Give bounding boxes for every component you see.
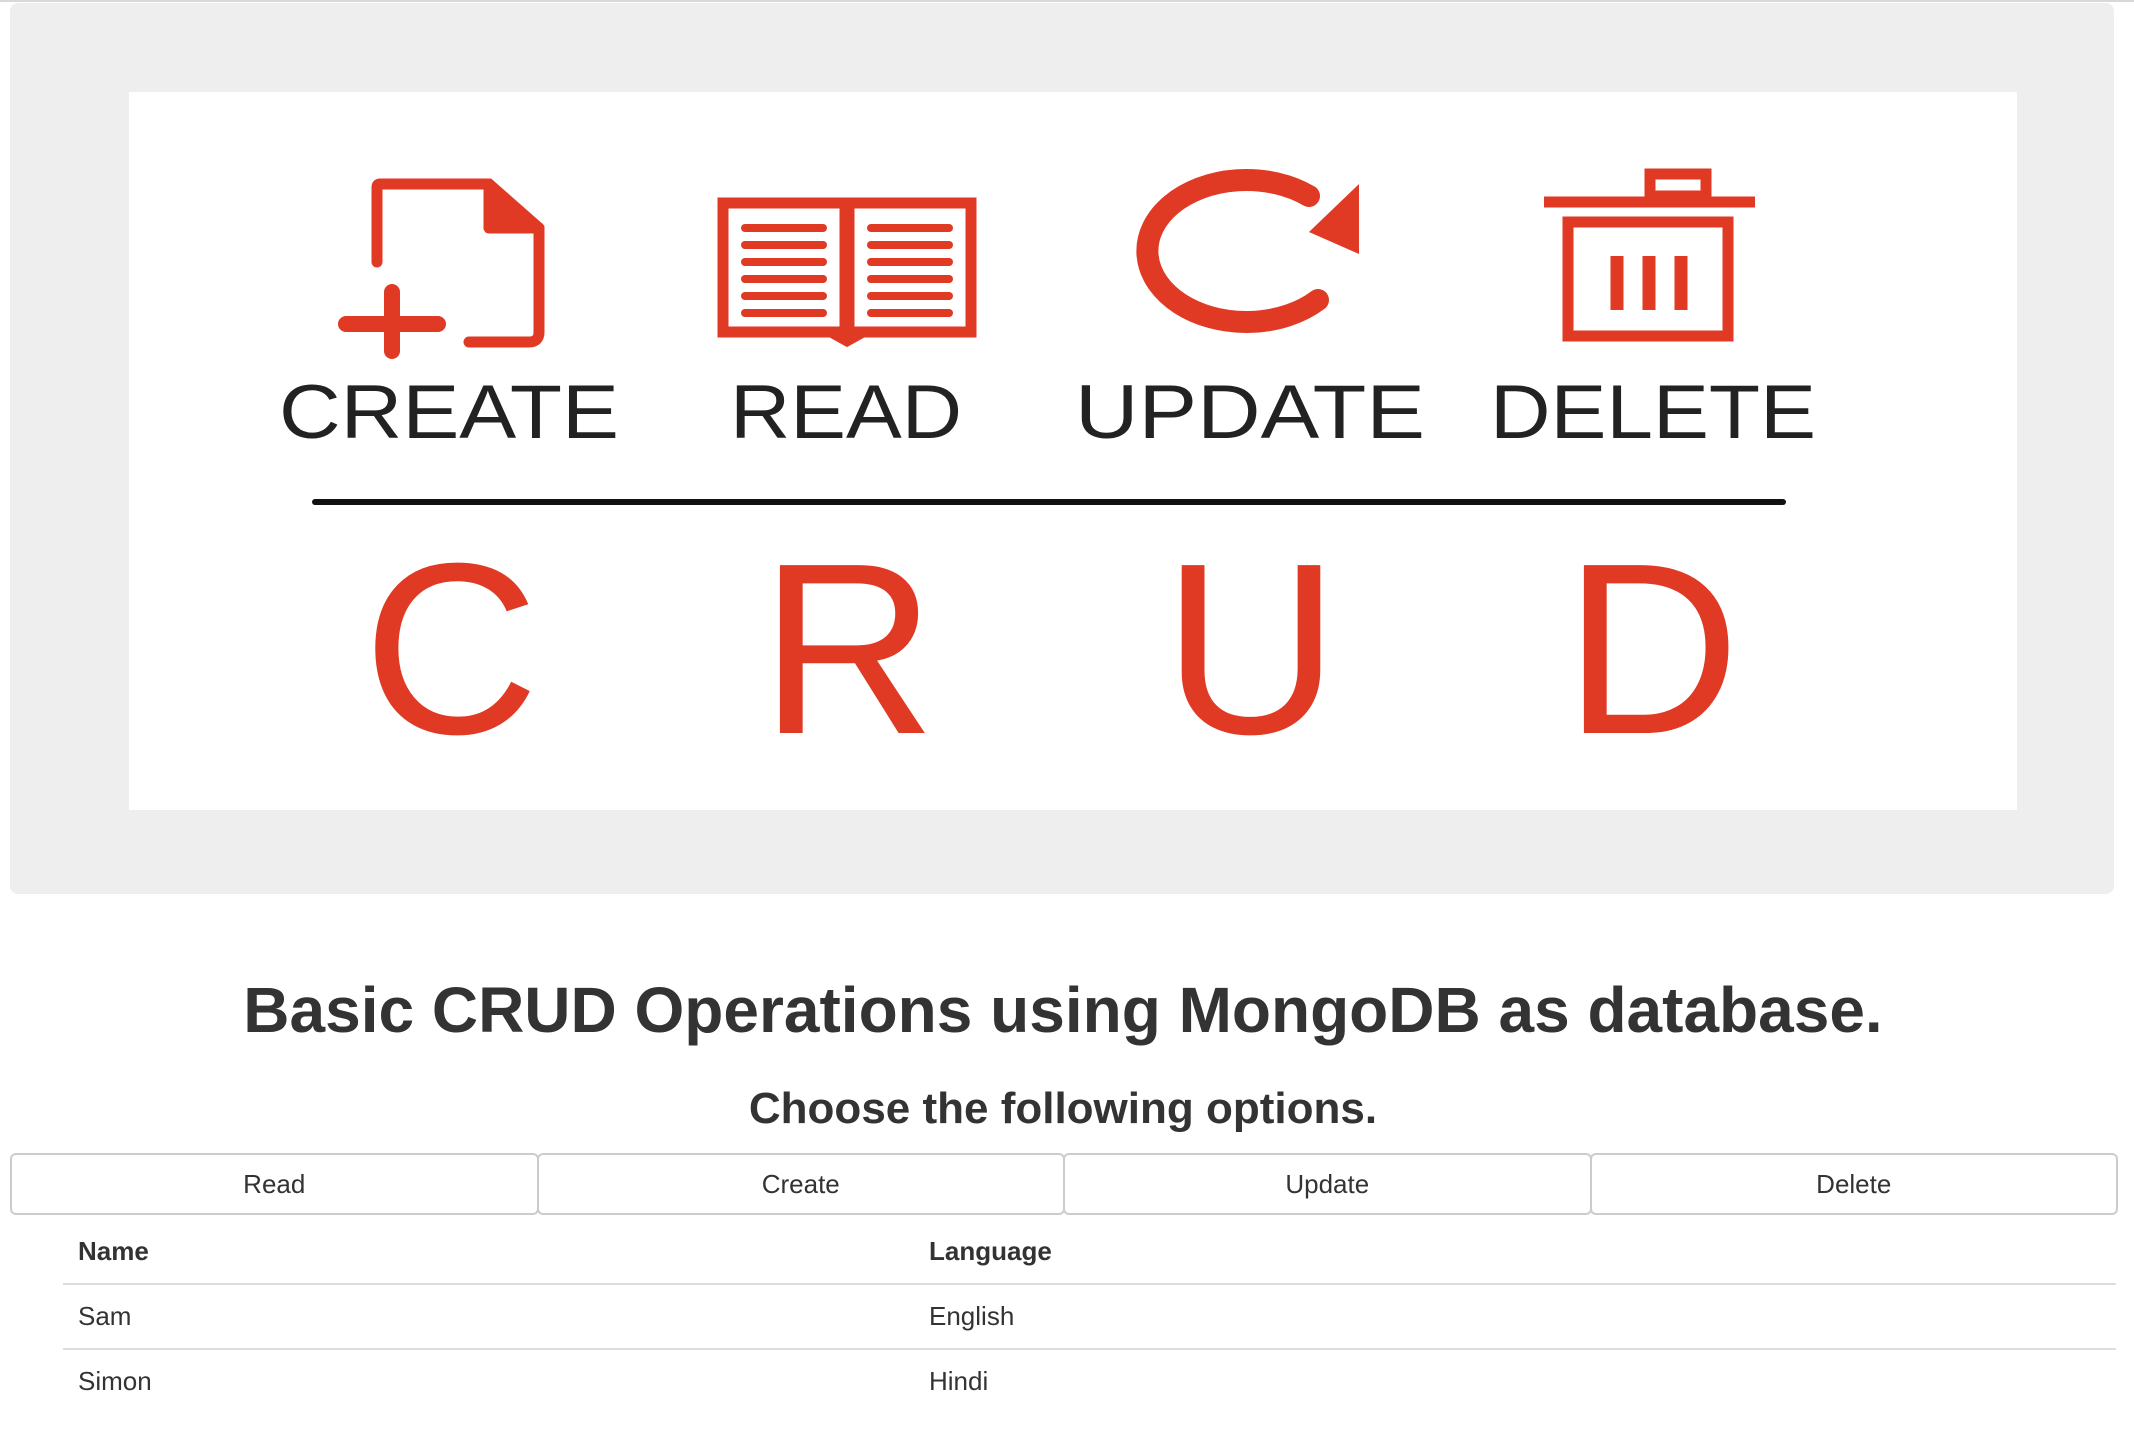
name-cell: Simon <box>78 1366 152 1396</box>
read-button[interactable]: Read <box>10 1153 539 1215</box>
table-row: Sam English <box>63 1284 2116 1350</box>
crud-banner-image: CREATE READ UPDATE DELETE C R U D <box>129 92 2017 810</box>
trash-icon <box>1544 168 1755 342</box>
table-header-row: Name Language <box>63 1220 2116 1285</box>
top-border <box>0 0 2134 2</box>
create-label: CREATE <box>279 370 619 455</box>
delete-label: DELETE <box>1490 370 1816 455</box>
update-label: UPDATE <box>1075 370 1425 455</box>
name-column-header: Name <box>63 1220 914 1285</box>
file-add-icon <box>338 178 545 359</box>
update-button[interactable]: Update <box>1063 1153 1592 1215</box>
name-cell: Sam <box>63 1284 914 1350</box>
letter-d: D <box>1564 512 1740 785</box>
language-cell: English <box>914 1284 2116 1350</box>
refresh-icon <box>1136 169 1359 333</box>
language-column-header: Language <box>914 1220 2116 1285</box>
read-label: READ <box>730 370 962 455</box>
delete-button[interactable]: Delete <box>1589 1153 2118 1215</box>
table-row: Simon Hindi <box>63 1349 2116 1413</box>
create-button[interactable]: Create <box>536 1153 1065 1215</box>
records-table: Name Language Sam English Simon Hindi <box>63 1220 2116 1413</box>
jumbotron: CREATE READ UPDATE DELETE C R U D <box>10 3 2114 894</box>
language-cell: Hindi <box>929 1366 989 1396</box>
book-icon <box>717 197 977 348</box>
letter-r: R <box>760 512 936 785</box>
crud-button-group: Read Create Update Delete <box>10 1153 2118 1215</box>
letter-c: C <box>363 512 539 785</box>
letter-u: U <box>1163 512 1339 785</box>
page-title: Basic CRUD Operations using MongoDB as d… <box>243 974 1883 1046</box>
page-subtitle: Choose the following options. <box>748 1084 1378 1133</box>
